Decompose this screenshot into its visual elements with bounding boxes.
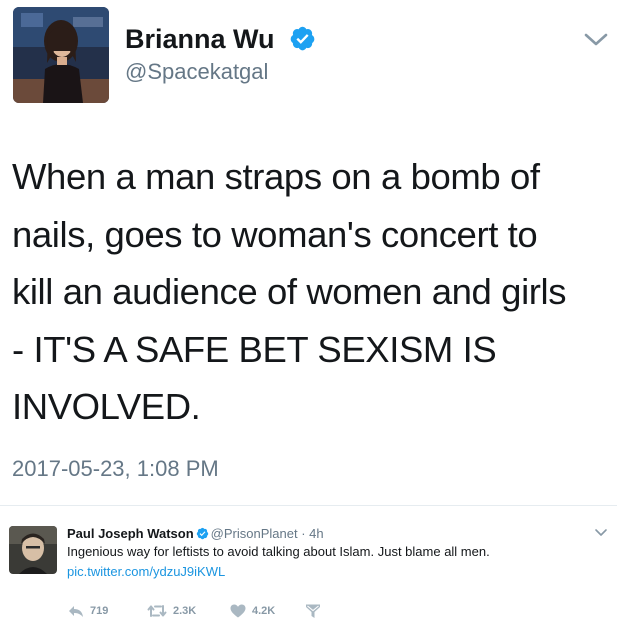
display-name[interactable]: Brianna Wu (125, 23, 275, 55)
quoted-reply-tweet[interactable]: Paul Joseph Watson @PrisonPlanet · 4h Ing… (0, 506, 617, 632)
separator: · (301, 526, 306, 541)
handle[interactable]: @Spacekatgal (125, 58, 268, 86)
like-count: 4.2K (252, 605, 276, 617)
reply-header: Paul Joseph Watson @PrisonPlanet · 4h (67, 526, 324, 542)
avatar[interactable] (13, 7, 109, 103)
verified-badge-icon (290, 26, 315, 51)
retweet-icon (147, 605, 167, 617)
chevron-down-icon[interactable] (594, 527, 608, 538)
tweet-actions: 719 2.3K 4.2K (67, 602, 367, 622)
retweet-button[interactable]: 2.3K (147, 602, 196, 620)
main-tweet: Brianna Wu @Spacekatgal When a man strap… (0, 0, 617, 505)
tweet-text-line: INVOLVED. (12, 386, 201, 427)
chevron-down-icon[interactable] (583, 30, 609, 50)
timestamp[interactable]: 2017-05-23, 1:08 PM (12, 454, 219, 484)
display-name[interactable]: Paul Joseph Watson (67, 526, 194, 541)
avatar[interactable] (9, 526, 57, 574)
tweet-text-line: nails, goes to woman's concert to (12, 213, 538, 255)
relative-time[interactable]: 4h (309, 526, 323, 541)
tweet-text-line: kill an audience of women and girls (12, 271, 567, 312)
retweet-count: 2.3K (173, 605, 197, 617)
direct-message-icon (306, 604, 320, 618)
tweet-text-line: - IT'S A SAFE BET SEXISM IS (12, 328, 497, 370)
reply-count: 719 (90, 605, 109, 617)
like-button[interactable]: 4.2K (230, 602, 275, 620)
reply-text: Ingenious way for leftists to avoid talk… (67, 544, 490, 559)
reply-button[interactable]: 719 (68, 602, 108, 620)
heart-icon (230, 604, 246, 618)
tweet-text-line: When a man straps on a bomb of (12, 156, 540, 197)
reply-icon (69, 606, 83, 617)
handle[interactable]: @PrisonPlanet (211, 526, 298, 541)
verified-badge-icon (196, 527, 208, 540)
media-link[interactable]: pic.twitter.com/ydzuJ9iKWL (67, 564, 225, 580)
direct-message-button[interactable] (305, 602, 321, 620)
tweet-text: When a man straps on a bomb of nails, go… (12, 148, 612, 436)
